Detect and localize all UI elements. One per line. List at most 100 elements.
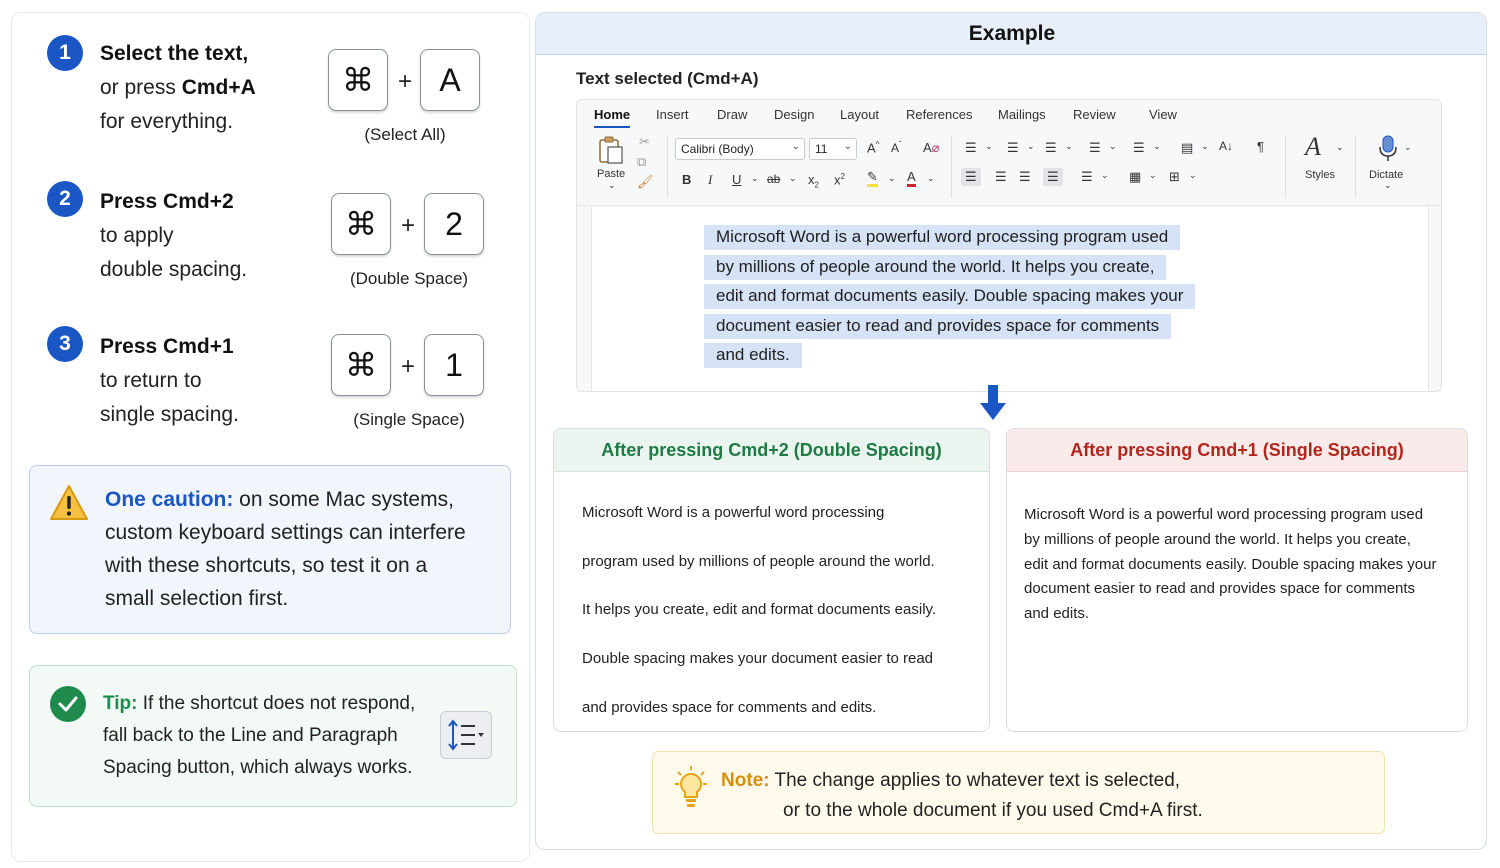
font-color-icon[interactable]: A xyxy=(907,170,916,187)
chevron-down-icon[interactable]: ⌄ xyxy=(1201,141,1209,152)
warning-icon xyxy=(50,485,88,520)
align-left-icon[interactable]: ☰ xyxy=(961,168,981,186)
chevron-down-icon[interactable]: ⌄ xyxy=(1189,170,1197,181)
tab-insert[interactable]: Insert xyxy=(656,107,689,122)
underline-icon[interactable]: U xyxy=(732,172,741,187)
tab-review[interactable]: Review xyxy=(1073,107,1116,122)
selected-document-text[interactable]: Microsoft Word is a powerful word proces… xyxy=(704,222,1196,370)
tab-draw[interactable]: Draw xyxy=(717,107,747,122)
note-box: Note: The change applies to whatever tex… xyxy=(652,751,1385,834)
chevron-down-icon[interactable]: ⌄ xyxy=(1109,141,1117,152)
tab-home[interactable]: Home xyxy=(594,107,631,128)
paste-label: Paste xyxy=(597,168,626,180)
line-spacing-button[interactable] xyxy=(440,711,492,759)
2-key: 2 xyxy=(424,193,484,255)
step-description: Press Cmd+1 to return to single spacing. xyxy=(100,335,239,426)
key-caption: (Double Space) xyxy=(349,269,469,288)
chevron-down-icon[interactable]: ⌄ xyxy=(1336,142,1344,153)
chevron-down-icon[interactable]: ⌄ xyxy=(1101,170,1109,181)
bold-icon[interactable]: B xyxy=(682,172,691,187)
superscript-icon[interactable]: x2 xyxy=(834,172,845,187)
copy-icon[interactable]: ⧉ xyxy=(637,154,646,170)
chevron-down-icon[interactable]: ⌄ xyxy=(927,173,935,184)
show-paragraph-marks-icon[interactable]: ¶ xyxy=(1257,139,1264,154)
borders-icon[interactable]: ⊞ xyxy=(1169,169,1180,185)
example-title: Example xyxy=(536,13,1486,55)
increase-indent-icon[interactable]: ☰ xyxy=(1133,140,1145,156)
chevron-down-icon[interactable]: ⌄ xyxy=(888,173,896,184)
font-name-select[interactable]: Calibri (Body) ⌄ xyxy=(675,138,805,160)
columns-icon[interactable]: ▤ xyxy=(1181,140,1193,156)
double-spacing-title: After pressing Cmd+2 (Double Spacing) xyxy=(554,429,989,472)
line-spacing-icon[interactable]: ☰ xyxy=(1081,169,1093,185)
chevron-down-icon[interactable]: ⌄ xyxy=(985,141,993,152)
styles-icon[interactable]: A xyxy=(1305,132,1321,162)
chevron-down-icon: ⌄ xyxy=(791,141,800,152)
ribbon-divider xyxy=(1355,136,1356,198)
shading-icon[interactable]: ▦ xyxy=(1129,169,1141,185)
clear-formatting-icon[interactable]: A⌀ xyxy=(923,140,940,156)
chevron-down-icon[interactable]: ⌄ xyxy=(1404,142,1412,153)
tab-view[interactable]: View xyxy=(1149,107,1177,122)
align-right-icon[interactable]: ☰ xyxy=(1019,169,1031,185)
step-description: Select the text, or press Cmd+A for ever… xyxy=(100,42,256,133)
cmd-key: ⌘ xyxy=(331,193,391,255)
paste-icon[interactable] xyxy=(597,135,625,165)
tab-references[interactable]: References xyxy=(906,107,972,122)
document-page[interactable]: Microsoft Word is a powerful word proces… xyxy=(591,207,1429,391)
paste-dropdown-chevron-icon[interactable]: ⌄ xyxy=(608,180,616,191)
shrink-font-icon[interactable]: Aˇ xyxy=(891,140,902,155)
chevron-down-icon[interactable]: ⌄ xyxy=(1027,141,1035,152)
double-spacing-result: After pressing Cmd+2 (Double Spacing) Mi… xyxy=(553,428,990,732)
multilevel-list-icon[interactable]: ☰ xyxy=(1045,140,1057,156)
cut-icon[interactable]: ✂ xyxy=(639,134,650,150)
chevron-down-icon[interactable]: ⌄ xyxy=(1065,141,1073,152)
arrow-down-icon xyxy=(980,385,1006,420)
check-circle-icon xyxy=(50,686,86,722)
justify-icon[interactable]: ☰ xyxy=(1043,168,1063,186)
chevron-down-icon[interactable]: ⌄ xyxy=(1153,141,1161,152)
single-spacing-title: After pressing Cmd+1 (Single Spacing) xyxy=(1007,429,1467,472)
sort-icon[interactable]: A↓ xyxy=(1219,139,1233,153)
step-number-badge: 3 xyxy=(47,326,83,362)
align-center-icon[interactable]: ☰ xyxy=(995,169,1007,185)
font-size-select[interactable]: 11 ⌄ xyxy=(809,138,857,160)
caution-label: One caution: xyxy=(105,488,234,511)
numbering-icon[interactable]: ☰ xyxy=(1007,140,1019,156)
chevron-down-icon[interactable]: ⌄ xyxy=(751,173,759,184)
tip-text: Tip: If the shortcut does not respond, f… xyxy=(103,693,416,778)
tab-design[interactable]: Design xyxy=(774,107,814,122)
italic-icon[interactable]: I xyxy=(708,172,712,188)
tip-label: Tip: xyxy=(103,693,138,714)
instructions-panel: 1 Select the text, or press Cmd+A for ev… xyxy=(11,12,530,862)
step-description: Press Cmd+2 to apply double spacing. xyxy=(100,190,248,281)
step-3: 3 Press Cmd+1 to return to single spacin… xyxy=(12,308,531,438)
ribbon-divider xyxy=(1285,136,1286,198)
caution-text: One caution: on some Mac systems, custom… xyxy=(105,488,466,610)
step-number-badge: 2 xyxy=(47,181,83,217)
subscript-icon[interactable]: x2 xyxy=(808,172,819,190)
microphone-icon[interactable] xyxy=(1377,134,1399,164)
step-title: Press Cmd+2 xyxy=(100,190,234,213)
caution-box: One caution: on some Mac systems, custom… xyxy=(29,465,511,634)
chevron-down-icon[interactable]: ⌄ xyxy=(789,173,797,184)
selected-label: Text selected (Cmd+A) xyxy=(576,69,759,88)
bullets-icon[interactable]: ☰ xyxy=(965,140,977,156)
key-caption: (Select All) xyxy=(364,125,446,144)
1-key: 1 xyxy=(424,334,484,396)
ribbon-divider xyxy=(951,136,952,198)
chevron-down-icon[interactable]: ⌄ xyxy=(1149,170,1157,181)
chevron-down-icon[interactable]: ⌄ xyxy=(1384,180,1392,191)
lightbulb-icon xyxy=(675,766,707,807)
format-painter-icon[interactable]: 🖌 xyxy=(637,174,654,190)
tab-mailings[interactable]: Mailings xyxy=(998,107,1046,122)
note-label: Note: xyxy=(721,770,770,791)
decrease-indent-icon[interactable]: ☰ xyxy=(1089,140,1101,156)
grow-font-icon[interactable]: A^ xyxy=(867,140,879,155)
tab-layout[interactable]: Layout xyxy=(840,107,879,122)
strikethrough-icon[interactable]: ab xyxy=(767,172,780,186)
styles-label: Styles xyxy=(1305,169,1335,181)
chevron-down-icon: ⌄ xyxy=(843,141,852,152)
highlight-icon[interactable]: ✎ xyxy=(867,170,878,187)
step-number-badge: 1 xyxy=(47,35,83,71)
